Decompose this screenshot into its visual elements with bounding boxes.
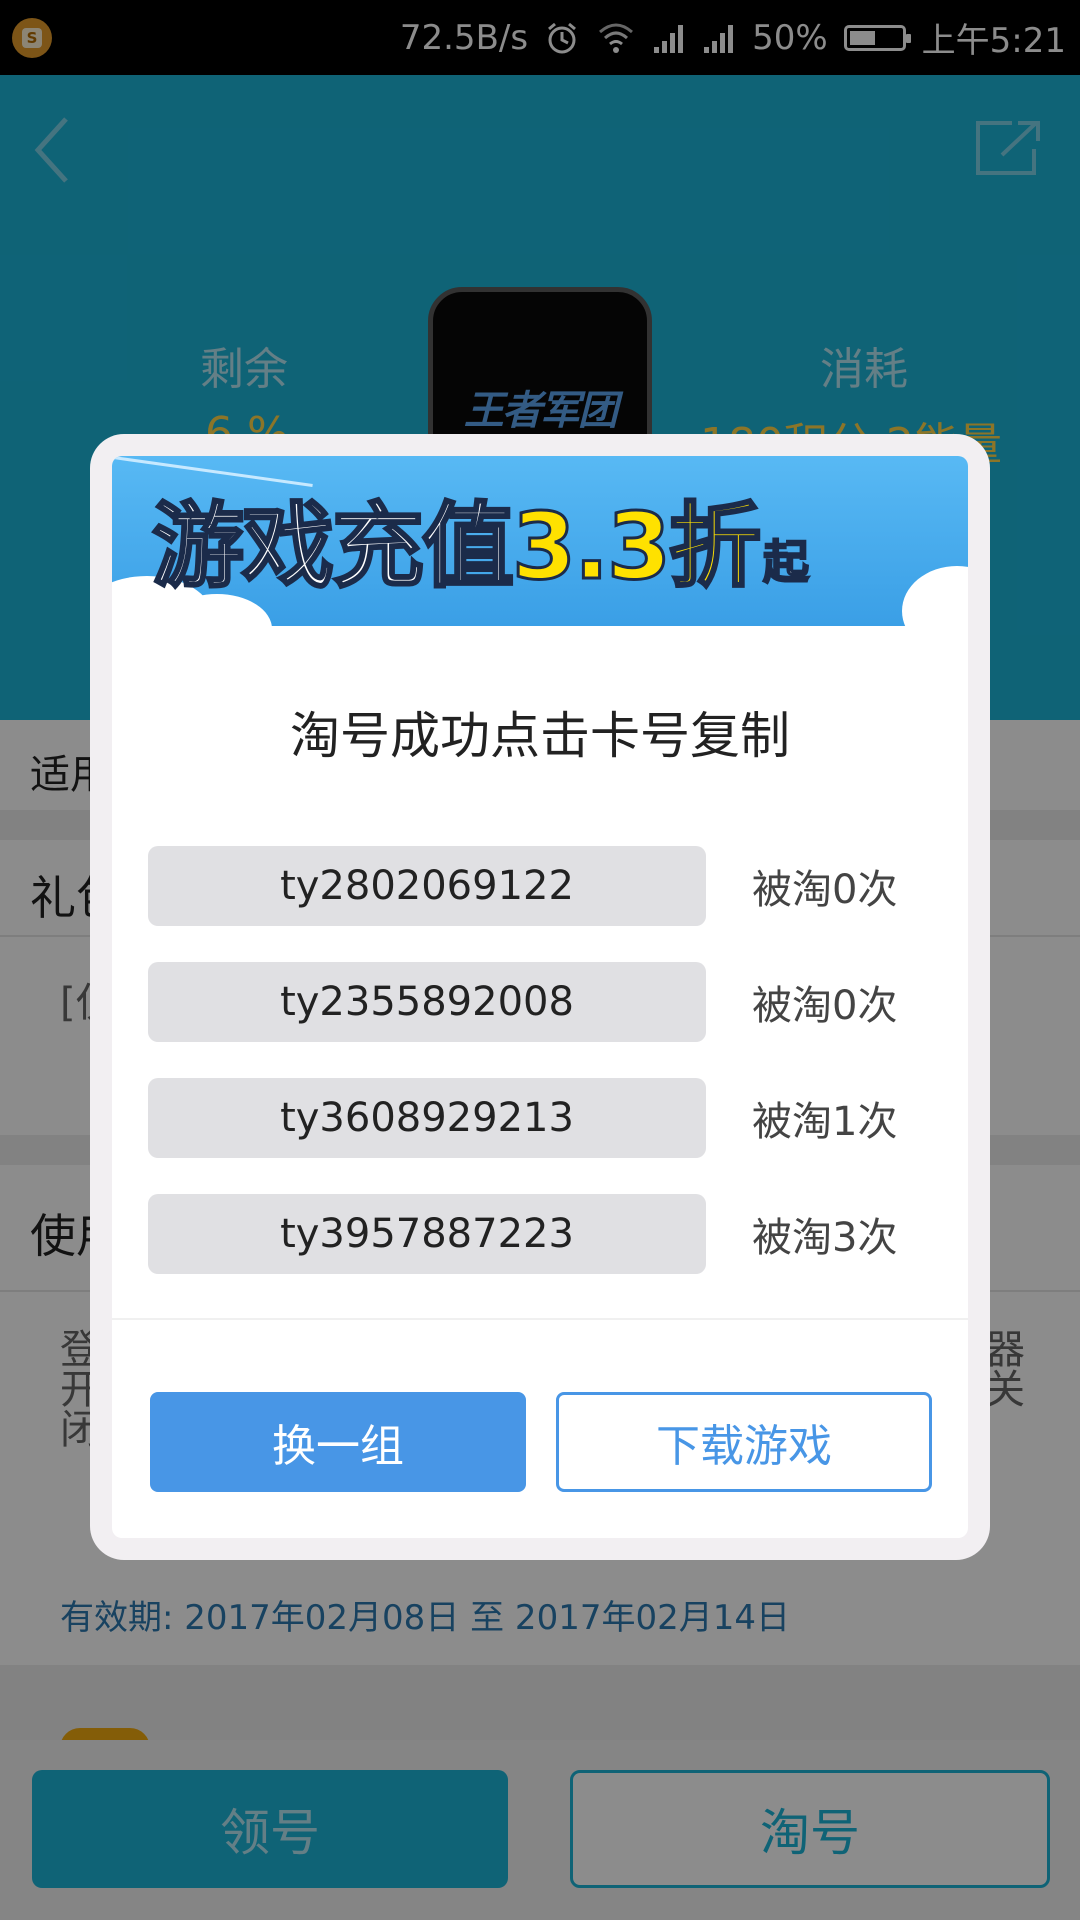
code-box[interactable]: ty3608929213: [148, 1078, 706, 1158]
divider: [112, 1318, 968, 1320]
tao-count: 被淘3次: [752, 1215, 898, 1261]
tao-count: 被淘1次: [752, 1099, 898, 1145]
promo-banner[interactable]: 游戏充值3.3折起: [112, 456, 968, 626]
code-box[interactable]: ty2355892008: [148, 962, 706, 1042]
code-box[interactable]: ty3957887223: [148, 1194, 706, 1274]
tao-count: 被淘0次: [752, 867, 898, 913]
code-box[interactable]: ty2802069122: [148, 846, 706, 926]
banner-cloud: [902, 566, 968, 626]
code-row: ty2802069122 被淘0次: [148, 846, 908, 926]
tao-count: 被淘0次: [752, 983, 898, 1029]
download-game-button[interactable]: 下载游戏: [556, 1392, 932, 1492]
code-row: ty3608929213 被淘1次: [148, 1078, 908, 1158]
code-row: ty3957887223 被淘3次: [148, 1194, 908, 1274]
code-dialog: 游戏充值3.3折起 淘号成功点击卡号复制 ty2802069122 被淘0次 t…: [90, 434, 990, 1560]
promo-text: 游戏充值3.3折起: [150, 492, 810, 602]
code-row: ty2355892008 被淘0次: [148, 962, 908, 1042]
dialog-content: 游戏充值3.3折起 淘号成功点击卡号复制 ty2802069122 被淘0次 t…: [112, 456, 968, 1538]
swap-group-button[interactable]: 换一组: [150, 1392, 526, 1492]
dialog-title: 淘号成功点击卡号复制: [290, 707, 790, 765]
